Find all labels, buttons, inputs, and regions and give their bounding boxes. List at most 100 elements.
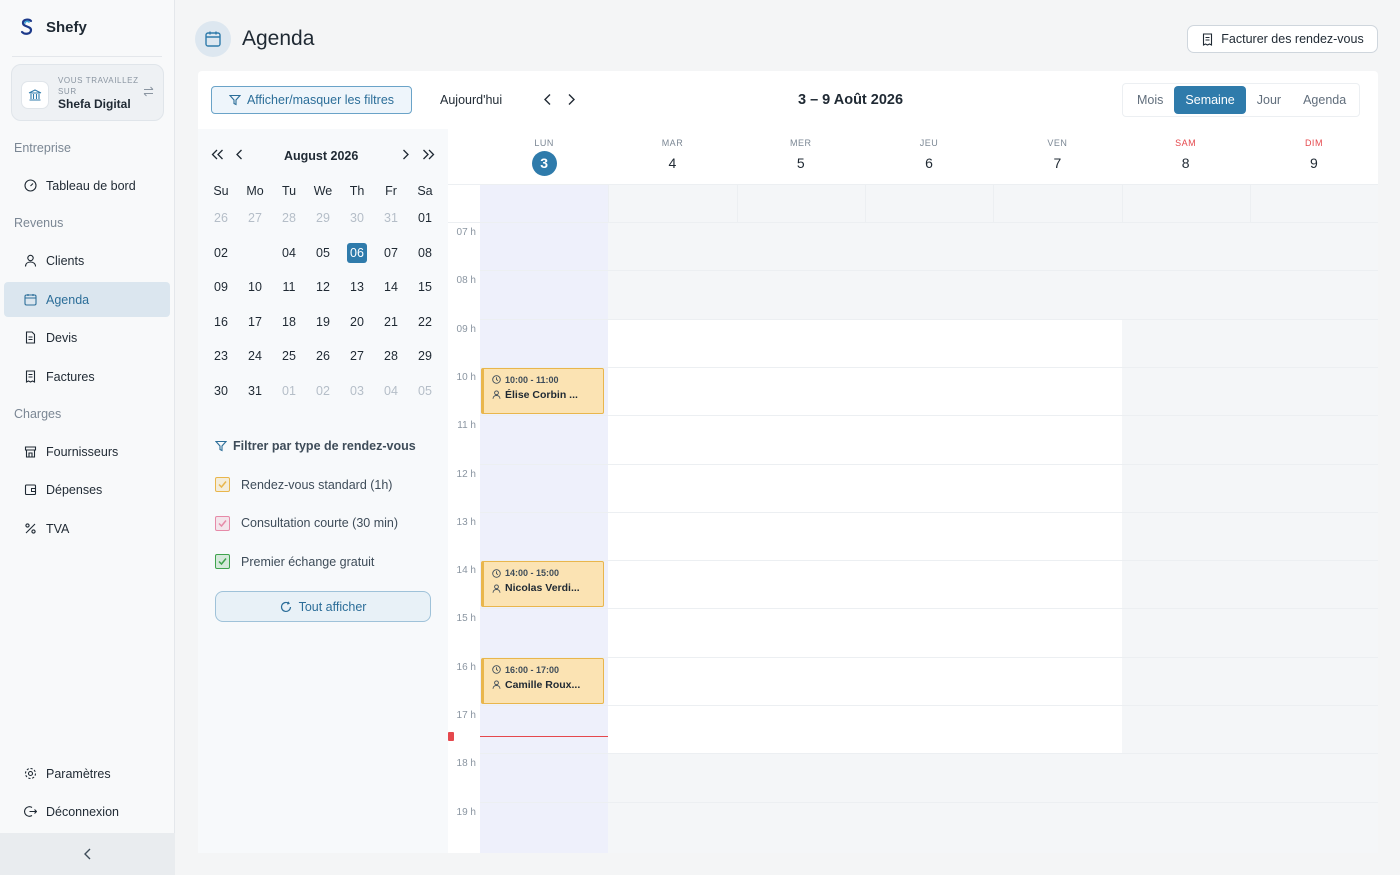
sidebar-item-clients[interactable]: Clients bbox=[4, 243, 170, 278]
mini-calendar-day[interactable]: 14 bbox=[374, 280, 408, 294]
sidebar-item-depenses[interactable]: Dépenses bbox=[4, 472, 170, 507]
app-logo[interactable]: Shefy bbox=[16, 16, 87, 38]
hour-label: 18 h bbox=[456, 758, 476, 770]
mini-calendar-day[interactable]: 27 bbox=[238, 211, 272, 225]
day-divider bbox=[993, 184, 995, 222]
mini-calendar-day[interactable]: 21 bbox=[374, 315, 408, 329]
sidebar-item-factures[interactable]: Factures bbox=[4, 359, 170, 394]
filter-checkbox[interactable] bbox=[215, 515, 230, 531]
next-week-button[interactable] bbox=[566, 93, 576, 106]
mini-calendar-day[interactable]: 02 bbox=[204, 246, 238, 260]
mini-calendar-day[interactable]: 10 bbox=[238, 280, 272, 294]
mini-calendar-day[interactable]: 12 bbox=[306, 280, 340, 294]
sidebar-item-deconnexion[interactable]: Déconnexion bbox=[4, 794, 170, 829]
mini-calendar-day[interactable]: 29 bbox=[306, 211, 340, 225]
mini-calendar-day[interactable]: 04 bbox=[374, 384, 408, 398]
filter-type-item[interactable]: Consultation courte (30 min) bbox=[215, 515, 398, 531]
filter-type-item[interactable]: Premier échange gratuit bbox=[215, 554, 374, 569]
sidebar-item-tva[interactable]: TVA bbox=[4, 511, 170, 546]
workspace-switcher[interactable]: VOUS TRAVAILLEZ SUR Shefa Digital bbox=[11, 64, 164, 121]
mini-calendar-day[interactable]: 09 bbox=[204, 280, 238, 294]
filter-type-item[interactable]: Rendez-vous standard (1h) bbox=[215, 477, 392, 492]
prev-month-button[interactable] bbox=[235, 149, 244, 160]
mini-calendar-day[interactable]: 26 bbox=[306, 349, 340, 363]
mini-calendar-day[interactable]: 02 bbox=[306, 384, 340, 398]
today-button[interactable]: Aujourd'hui bbox=[440, 93, 502, 107]
mini-calendar-day[interactable]: 07 bbox=[374, 246, 408, 260]
sidebar-item-fournisseurs[interactable]: Fournisseurs bbox=[4, 434, 170, 469]
mini-calendar-day[interactable]: 16 bbox=[204, 315, 238, 329]
mini-calendar-day[interactable]: 18 bbox=[272, 315, 306, 329]
mini-calendar-day[interactable]: 31 bbox=[374, 211, 408, 225]
mini-calendar-day[interactable]: 08 bbox=[408, 246, 442, 260]
mini-calendar-week: 30 31 01 02 03 04 05 bbox=[204, 374, 442, 409]
day-header[interactable]: MER 5 bbox=[737, 129, 865, 184]
day-header[interactable]: LUN 3 bbox=[480, 129, 608, 184]
next-year-button[interactable] bbox=[422, 149, 435, 160]
mini-calendar-day[interactable]: 03 bbox=[340, 384, 374, 398]
sidebar-item-dashboard[interactable]: Tableau de bord bbox=[4, 168, 170, 203]
mini-calendar-day[interactable]: 13 bbox=[340, 280, 374, 294]
day-name: MAR bbox=[661, 138, 684, 148]
view-week-button[interactable]: Semaine bbox=[1174, 86, 1246, 114]
appointment-event[interactable]: 16:00 - 17:00 Camille Roux... bbox=[481, 657, 604, 704]
mini-calendar-day[interactable]: 05 bbox=[408, 384, 442, 398]
previous-week-button[interactable] bbox=[543, 93, 553, 106]
day-header[interactable]: JEU 6 bbox=[865, 129, 993, 184]
toggle-filters-button[interactable]: Afficher/masquer les filtres bbox=[211, 86, 412, 114]
mini-calendar-day[interactable]: 31 bbox=[238, 384, 272, 398]
swap-icon[interactable] bbox=[143, 86, 154, 97]
mini-calendar-day[interactable]: 30 bbox=[204, 384, 238, 398]
prev-year-button[interactable] bbox=[211, 149, 224, 160]
filter-checkbox[interactable] bbox=[215, 477, 230, 492]
weekend-shade bbox=[1121, 222, 1250, 853]
mini-calendar-day[interactable]: 28 bbox=[374, 349, 408, 363]
workspace-label: VOUS TRAVAILLEZ SUR bbox=[58, 76, 139, 96]
chevron-left-icon bbox=[83, 848, 93, 860]
mini-calendar-day[interactable]: 15 bbox=[408, 280, 442, 294]
mini-calendar-day[interactable]: 19 bbox=[306, 315, 340, 329]
mini-calendar-day[interactable]: 01 bbox=[272, 384, 306, 398]
mini-calendar-day[interactable]: 23 bbox=[204, 349, 238, 363]
sidebar-item-parametres[interactable]: Paramètres bbox=[4, 756, 170, 791]
gear-icon bbox=[24, 767, 37, 780]
view-day-button[interactable]: Jour bbox=[1246, 86, 1292, 114]
appointment-event[interactable]: 10:00 - 11:00 Élise Corbin ... bbox=[481, 367, 604, 415]
bill-appointments-button[interactable]: Facturer des rendez-vous bbox=[1187, 25, 1378, 53]
week-calendar: LUN 3 MAR 4 MER 5 JEU 6 VEN 7 SAM 8 DIM 9 07 h 08 h 09 h… bbox=[448, 129, 1379, 853]
double-chevron-right-icon bbox=[423, 149, 435, 160]
sidebar-item-devis[interactable]: Devis bbox=[4, 320, 170, 355]
mini-calendar-day[interactable]: 06 bbox=[340, 242, 374, 263]
appointment-event[interactable]: 14:00 - 15:00 Nicolas Verdi... bbox=[481, 561, 604, 608]
mini-calendar-day[interactable]: 04 bbox=[272, 246, 306, 260]
filter-icon bbox=[215, 440, 227, 452]
mini-calendar-day[interactable]: 20 bbox=[340, 315, 374, 329]
sidebar-item-agenda[interactable]: Agenda bbox=[4, 282, 170, 317]
collapse-sidebar-button[interactable] bbox=[0, 833, 175, 875]
show-all-button[interactable]: Tout afficher bbox=[215, 591, 431, 622]
agenda-header-icon bbox=[195, 21, 231, 57]
day-header[interactable]: VEN 7 bbox=[993, 129, 1121, 184]
mini-calendar-day[interactable]: 17 bbox=[238, 315, 272, 329]
weekday-label: Su bbox=[213, 184, 229, 198]
filter-checkbox[interactable] bbox=[215, 554, 230, 569]
day-header[interactable]: SAM 8 bbox=[1122, 129, 1250, 184]
mini-calendar-day[interactable]: 11 bbox=[272, 280, 306, 294]
mini-calendar-day[interactable]: 05 bbox=[306, 246, 340, 260]
mini-calendar-day[interactable]: 26 bbox=[204, 211, 238, 225]
view-agenda-button[interactable]: Agenda bbox=[1292, 86, 1357, 114]
mini-calendar-day[interactable]: 28 bbox=[272, 211, 306, 225]
mini-calendar-day[interactable]: 27 bbox=[340, 349, 374, 363]
next-month-button[interactable] bbox=[401, 149, 410, 160]
mini-calendar-day[interactable]: 25 bbox=[272, 349, 306, 363]
mini-calendar-day[interactable]: 30 bbox=[340, 211, 374, 225]
day-number: 7 bbox=[1053, 155, 1062, 171]
mini-calendar-day[interactable]: 01 bbox=[408, 211, 442, 225]
day-header[interactable]: DIM 9 bbox=[1250, 129, 1378, 184]
view-month-button[interactable]: Mois bbox=[1126, 86, 1174, 114]
mini-calendar-day[interactable]: 22 bbox=[408, 315, 442, 329]
mini-calendar-day[interactable]: 24 bbox=[238, 349, 272, 363]
all-day-bottom-line bbox=[448, 222, 1378, 223]
mini-calendar-day[interactable]: 29 bbox=[408, 349, 442, 363]
day-header[interactable]: MAR 4 bbox=[608, 129, 736, 184]
